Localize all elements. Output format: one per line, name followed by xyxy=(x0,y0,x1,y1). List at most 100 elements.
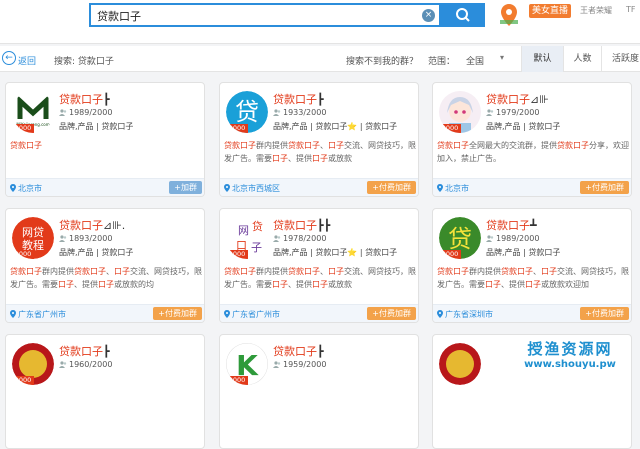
svg-text:贷: 贷 xyxy=(235,98,259,126)
group-size-badge: 2000 xyxy=(12,250,34,259)
group-location: 北京市 xyxy=(10,183,42,194)
group-card[interactable]: 2000 贷款口子⊿⊪ 1979/2000 品牌,产品 | 贷款口子 贷款口子全网最大的… xyxy=(432,82,632,197)
group-tags: 品牌,产品 | 贷款口子⭐ | 贷款口子 xyxy=(273,248,398,257)
watermark: 授渔资源网 www.shouyu.pw xyxy=(500,338,640,372)
group-name[interactable]: 贷款口子┣ xyxy=(59,343,110,359)
group-size-badge: 2000 xyxy=(226,376,248,385)
back-arrow-icon[interactable]: ← xyxy=(2,51,16,65)
location-icon xyxy=(10,310,16,318)
group-description: 贷款口子 xyxy=(10,141,42,150)
members-icon xyxy=(273,361,281,368)
search-button[interactable] xyxy=(441,3,485,27)
group-avatar[interactable]: MiKajinrong.com2000 xyxy=(12,91,54,133)
svg-text:子: 子 xyxy=(251,241,262,254)
watermark-cn: 授渔资源网 xyxy=(527,340,613,358)
location-icon xyxy=(224,184,230,192)
group-name[interactable]: 贷款口子⊿⊪. xyxy=(59,217,125,233)
group-name[interactable]: 贷款口子┣ xyxy=(273,91,324,107)
group-avatar[interactable]: 2000 xyxy=(12,343,54,385)
group-name[interactable]: 贷款口子┣ xyxy=(273,343,324,359)
group-location: 广东省深圳市 xyxy=(437,309,493,320)
card-footer: 北京市 +付费加群 xyxy=(433,178,631,196)
join-group-button[interactable]: +付费加群 xyxy=(367,181,416,194)
group-description: 贷款口子全网最大的交流群，提供贷款口子分享，欢迎加入，禁止广告。 xyxy=(437,141,629,163)
card-footer: 广东省广州市 +付费加群 xyxy=(220,304,418,322)
clear-search-icon[interactable]: × xyxy=(422,9,435,22)
top-bar: × 美女直播 王者荣耀 TF xyxy=(0,0,640,44)
group-avatar[interactable] xyxy=(439,343,481,385)
group-card[interactable]: 网贷口子 2000 贷款口子┣┣ 1978/2000 品牌,产品 | 贷款口子⭐ | 贷… xyxy=(219,208,419,323)
join-group-button[interactable]: +加群 xyxy=(169,181,202,194)
range-select[interactable]: 全国 xyxy=(466,54,484,67)
search-icon xyxy=(456,8,470,22)
members-icon xyxy=(59,109,67,116)
group-size-badge: 2000 xyxy=(226,250,248,259)
member-count: 1960/2000 xyxy=(59,360,112,369)
group-tags: 品牌,产品 | 贷款口子 xyxy=(59,248,134,257)
search-input[interactable] xyxy=(97,7,417,25)
join-group-button[interactable]: +付费加群 xyxy=(580,307,629,320)
join-group-button[interactable]: +付费加群 xyxy=(153,307,202,320)
members-icon xyxy=(273,109,281,116)
members-icon xyxy=(486,109,494,116)
group-size-badge: 2000 xyxy=(226,124,248,133)
not-found-link[interactable]: 搜索不到我的群？ xyxy=(346,54,418,67)
group-avatar[interactable]: 网贷 教程 2000 xyxy=(12,217,54,259)
group-description: 贷款口子群内提供贷款口子、口子交流、网贷技巧，限发广告。需要口子、提供口子或放款… xyxy=(437,267,629,289)
group-card[interactable]: 网贷 教程 2000 贷款口子⊿⊪. 1893/2000 品牌,产品 | 贷款口子贷款口子… xyxy=(5,208,205,323)
members-icon xyxy=(486,235,494,242)
member-count: 1893/2000 xyxy=(59,234,112,243)
join-group-button[interactable]: +付费加群 xyxy=(367,307,416,320)
range-label: 范围： xyxy=(428,57,456,67)
group-tags: 品牌,产品 | 贷款口子 xyxy=(486,122,561,131)
group-size-badge: 2000 xyxy=(12,376,34,385)
svg-text:网贷: 网贷 xyxy=(22,225,44,239)
tab-members[interactable]: 人数 xyxy=(563,46,601,72)
group-name[interactable]: 贷款口子┣┣ xyxy=(273,217,330,233)
group-tags: 品牌,产品 | 贷款口子 xyxy=(486,248,561,257)
group-avatar[interactable]: 网贷口子 2000 xyxy=(226,217,268,259)
group-description: 贷款口子群内提供贷款口子、口子交流、网贷技巧，限发广告。需要口子、提供口子或放款… xyxy=(10,267,202,289)
location-icon xyxy=(224,310,230,318)
location-pin-icon[interactable] xyxy=(498,2,520,28)
filter-bar: ← 返回 搜索: 贷款口子 搜索不到我的群？ 范围： 全国 ▾ 默认 人数 活跃… xyxy=(0,46,640,72)
group-size-badge: 2000 xyxy=(439,124,461,133)
group-description: 贷款口子群内提供贷款口子、口子交流、网贷技巧，限发广告。需要口子、提供口子或放款 xyxy=(224,267,416,289)
live-stream-tag[interactable]: 美女直播 xyxy=(529,4,572,18)
group-name[interactable]: 贷款口子┣ xyxy=(59,91,110,107)
card-footer: 北京市 +加群 xyxy=(6,178,204,196)
back-link[interactable]: 返回 xyxy=(18,54,36,67)
group-name[interactable]: 贷款口子⊿⊪ xyxy=(486,91,549,107)
member-count: 1959/2000 xyxy=(273,360,326,369)
group-avatar[interactable]: 2000 xyxy=(439,91,481,133)
group-location: 北京市西城区 xyxy=(224,183,280,194)
svg-text:贷: 贷 xyxy=(448,225,472,253)
group-avatar[interactable]: 贷 2000 xyxy=(226,91,268,133)
group-avatar[interactable]: K 2000 xyxy=(226,343,268,385)
group-card[interactable]: MiKajinrong.com2000 贷款口子┣1989/2000 品牌,产品 |… xyxy=(5,82,205,197)
group-card[interactable]: 贷 2000 贷款口子┣ 1933/2000 品牌,产品 | 贷款口子⭐ | 贷款口子贷… xyxy=(219,82,419,197)
group-card[interactable]: K 2000 贷款口子┣ 1959/2000 xyxy=(219,334,419,449)
members-icon xyxy=(273,235,281,242)
member-count: 1978/2000 xyxy=(273,234,326,243)
svg-text:网: 网 xyxy=(238,224,249,237)
group-name[interactable]: 贷款口子┻ xyxy=(486,217,537,233)
location-icon xyxy=(437,184,443,192)
member-count: 1933/2000 xyxy=(273,108,326,117)
group-card[interactable]: 贷 2000 贷款口子┻ 1989/2000 品牌,产品 | 贷款口子 贷款口子群内提供贷… xyxy=(432,208,632,323)
members-icon xyxy=(59,361,67,368)
top-extra-link[interactable]: TF xyxy=(626,5,636,14)
tab-activity[interactable]: 活跃度 xyxy=(601,46,640,72)
top-user-link[interactable]: 王者荣耀 xyxy=(580,5,612,16)
group-card[interactable]: 2000 贷款口子┣ 1960/2000 xyxy=(5,334,205,449)
location-icon xyxy=(10,184,16,192)
group-tags: 品牌,产品 | 贷款口子⭐ | 贷款口子 xyxy=(273,122,398,131)
card-footer: 北京市西城区 +付费加群 xyxy=(220,178,418,196)
tab-default[interactable]: 默认 xyxy=(521,46,563,72)
group-avatar[interactable]: 贷 2000 xyxy=(439,217,481,259)
svg-text:贷: 贷 xyxy=(252,219,263,233)
member-count: 1989/2000 xyxy=(59,108,112,117)
chevron-down-icon[interactable]: ▾ xyxy=(500,53,504,62)
location-icon xyxy=(437,310,443,318)
join-group-button[interactable]: +付费加群 xyxy=(580,181,629,194)
